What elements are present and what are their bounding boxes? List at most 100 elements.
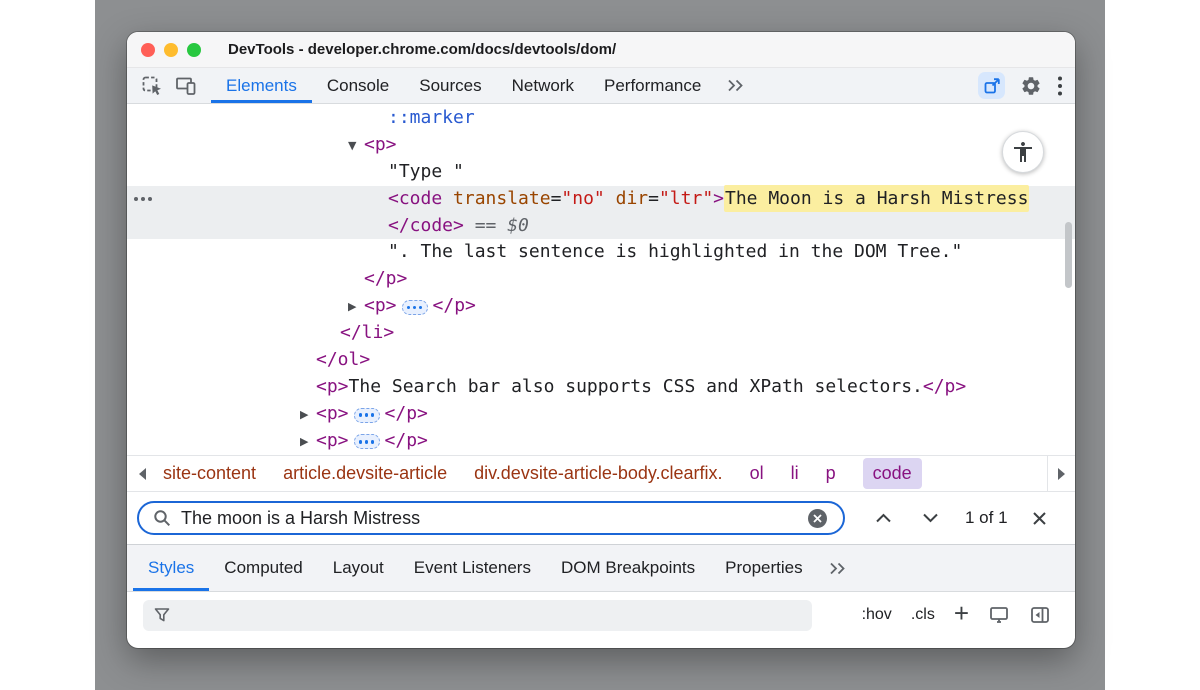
breadcrumb-list: site-content article.devsite-article div.d… [157,458,1047,489]
breadcrumb-item[interactable]: div.devsite-article-body.clearfix. [474,463,722,484]
element-classes-button[interactable]: .cls [911,606,935,624]
dom-tree-rows: ::marker▼<p>"Type "<code translate="no" … [127,104,1075,455]
window-title: DevTools - developer.chrome.com/docs/dev… [228,41,616,58]
new-style-rule-button[interactable]: + [954,603,969,623]
vertical-scrollbar[interactable] [1065,222,1072,288]
code-token-tag: <code [388,188,442,209]
styles-actions: :hov .cls + [862,604,1051,626]
row-options-dots-icon[interactable] [134,197,152,201]
code-token-val: "no" [561,188,604,209]
settings-gear-icon[interactable] [1020,75,1042,97]
breadcrumb-scroll-left-icon[interactable] [127,456,157,491]
search-magnifier-icon [152,508,172,528]
collapsed-children-ellipsis[interactable] [402,300,428,315]
dom-tree-row[interactable]: <p>The Search bar also supports CSS and … [127,374,1075,401]
code-token-tag: <p> [316,403,349,424]
dom-tree-row[interactable]: ". The last sentence is highlighted in t… [127,239,1075,266]
device-toolbar-icon[interactable] [169,68,203,103]
breadcrumb-item[interactable]: li [791,463,799,484]
breadcrumb-item[interactable]: article.devsite-article [283,463,447,484]
tab-elements[interactable]: Elements [211,68,312,103]
more-sidebar-tabs-chevron-icon[interactable] [818,545,858,591]
expand-arrow-icon[interactable]: ▶ [348,294,364,321]
search-box[interactable] [137,501,845,535]
close-search-icon[interactable] [1032,511,1047,526]
code-token-plain: ". The last sentence is highlighted in t… [388,241,962,262]
previous-result-chevron-icon[interactable] [875,513,892,523]
dom-tree-row[interactable]: ::marker [127,105,1075,132]
devtools-toolbar: Elements Console Sources Network Perform… [127,68,1075,104]
close-window-button[interactable] [141,43,155,57]
tab-layout[interactable]: Layout [318,545,399,591]
dom-tree-row[interactable]: ▶<p></p> [127,401,1075,428]
open-in-new-icon[interactable] [978,72,1005,99]
code-token-tag: </p> [433,295,476,316]
dom-tree-row[interactable]: </p> [127,266,1075,293]
tab-properties[interactable]: Properties [710,545,817,591]
code-token-plain: "Type " [388,161,464,182]
dom-tree-row[interactable]: "Type " [127,159,1075,186]
code-token-tag: </li> [340,322,394,343]
code-token-tag: </p> [923,376,966,397]
toolbar-right-icons [978,68,1063,103]
code-token-dollar: $0 [507,215,529,236]
expand-arrow-icon[interactable]: ▶ [300,429,316,455]
sidebar-tabs: Styles Computed Layout Event Listeners D… [127,545,1075,592]
styles-filter-bar: :hov .cls + [127,592,1075,638]
toggle-element-state-button[interactable]: :hov [862,606,892,624]
expand-arrow-icon[interactable]: ▶ [300,402,316,429]
code-token-tag: </p> [385,430,428,451]
accessibility-person-icon[interactable] [1002,131,1044,173]
tab-sources[interactable]: Sources [404,68,496,103]
code-token-meta: == [464,215,507,236]
tab-performance[interactable]: Performance [589,68,716,103]
code-token-attr: dir [605,188,648,209]
zoom-window-button[interactable] [187,43,201,57]
clear-search-icon[interactable] [808,509,827,528]
code-token-hl: The Moon is a Harsh Mistress [724,185,1029,212]
kebab-menu-icon[interactable] [1057,75,1063,97]
dom-tree-panel: ::marker▼<p>"Type "<code translate="no" … [127,104,1075,455]
collapsed-children-ellipsis[interactable] [354,434,380,449]
styles-filter-input[interactable] [143,600,812,631]
breadcrumb-item[interactable]: code [863,458,922,489]
minimize-window-button[interactable] [164,43,178,57]
code-token-pseudo: ::marker [388,107,475,128]
dom-tree-row[interactable]: ▼<p> [127,132,1075,159]
dom-tree-row[interactable]: </ol> [127,347,1075,374]
collapsed-children-ellipsis[interactable] [354,408,380,423]
more-panels-chevron-icon[interactable] [716,68,756,103]
breadcrumb-item[interactable]: site-content [163,463,256,484]
code-token-tag: <p> [364,295,397,316]
monitor-icon[interactable] [988,604,1010,626]
next-result-chevron-icon[interactable] [922,513,939,523]
breadcrumb-item[interactable]: ol [750,463,764,484]
dom-tree-row[interactable]: <code translate="no" dir="ltr">The Moon … [127,186,1075,213]
tab-dom-breakpoints[interactable]: DOM Breakpoints [546,545,710,591]
expand-arrow-icon[interactable]: ▼ [348,133,364,160]
dom-tree-row[interactable]: ▶<p></p> [127,428,1075,455]
search-result-count: 1 of 1 [965,508,1008,528]
search-input[interactable] [172,508,808,529]
sidebar-panel-toggle-icon[interactable] [1029,604,1051,626]
code-token-tag: <p> [364,134,397,155]
tab-event-listeners[interactable]: Event Listeners [399,545,546,591]
dom-tree-row[interactable]: </code> == $0 [127,213,1075,240]
dom-tree-row[interactable]: ▶<p> </p> [127,293,1075,320]
code-token-tag: </code> [388,215,464,236]
tab-styles[interactable]: Styles [133,545,209,591]
code-token-tag: </p> [364,268,407,289]
breadcrumb-item[interactable]: p [826,463,836,484]
inspect-element-icon[interactable] [135,68,169,103]
code-token-val: "ltr" [659,188,713,209]
devtools-window: DevTools - developer.chrome.com/docs/dev… [127,32,1075,648]
tab-computed[interactable]: Computed [209,545,317,591]
tab-console[interactable]: Console [312,68,404,103]
breadcrumb-scroll-right-icon[interactable] [1047,456,1075,491]
breadcrumb-bar: site-content article.devsite-article div.d… [127,455,1075,492]
window-controls [141,32,201,67]
tab-network[interactable]: Network [497,68,589,103]
code-token-tag: > [713,188,724,209]
dom-search-bar: 1 of 1 [127,492,1075,545]
dom-tree-row[interactable]: </li> [127,320,1075,347]
